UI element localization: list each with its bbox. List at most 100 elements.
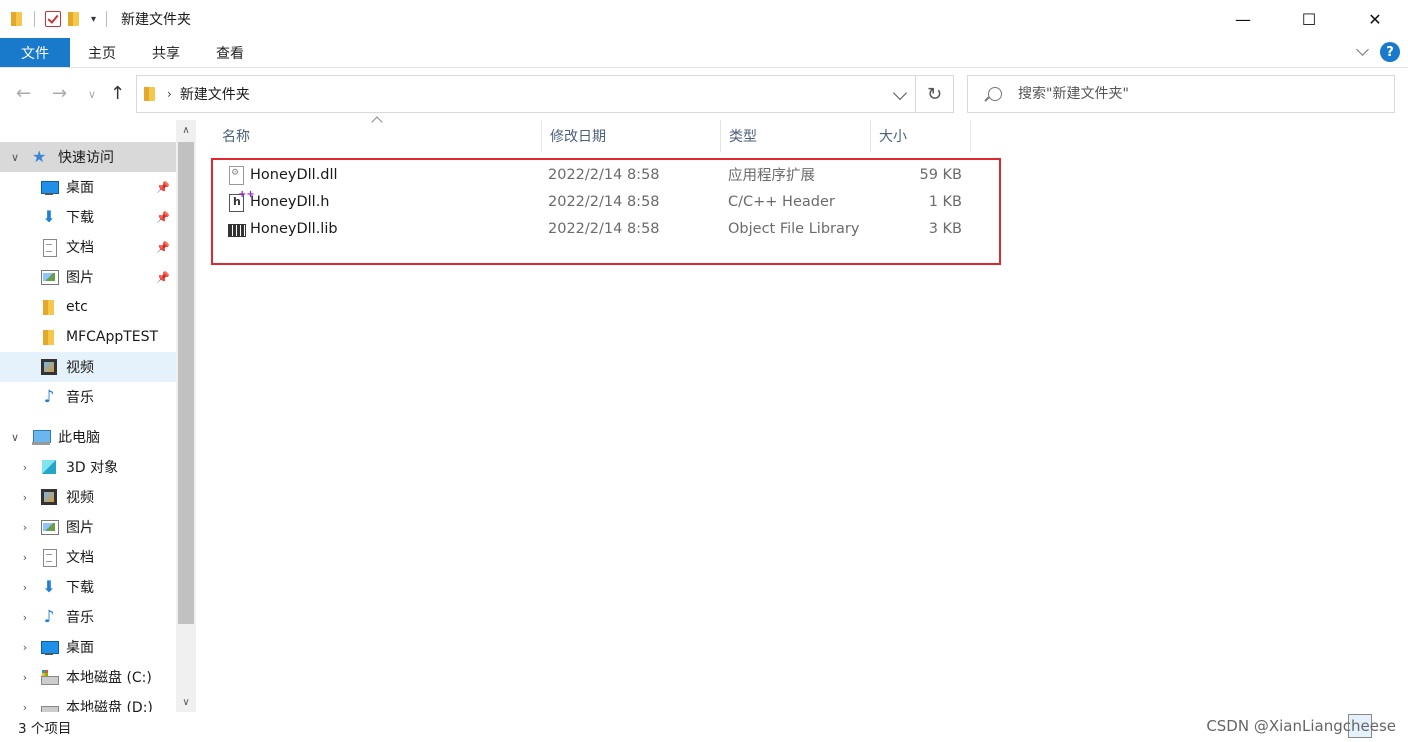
sidebar-item-this-pc[interactable]: ∨ 此电脑 <box>0 422 176 452</box>
address-dropdown-icon[interactable] <box>892 85 908 101</box>
column-header-size[interactable]: 大小 <box>871 120 971 152</box>
sidebar-item-pc-documents[interactable]: › 文档 <box>0 542 176 572</box>
refresh-icon: ↻ <box>926 83 943 105</box>
quick-access-toolbar: ▾ <box>0 11 111 27</box>
maximize-button[interactable]: ☐ <box>1276 0 1342 38</box>
sidebar-item-pc-desktop[interactable]: › 桌面 <box>0 632 176 662</box>
document-icon <box>40 238 58 257</box>
sidebar-item-label: 文档 <box>66 550 94 566</box>
sidebar-item-label: MFCAppTEST <box>66 329 159 345</box>
column-header-name[interactable]: 名称 <box>214 120 542 152</box>
status-bar: 3 个项目 CSDN @XianLiangcheese <box>0 712 1408 742</box>
pin-icon: 📌 <box>156 180 170 194</box>
scroll-down-icon[interactable]: ∨ <box>176 692 196 712</box>
tab-file[interactable]: 文件 <box>0 38 70 67</box>
expand-chevron-icon[interactable]: › <box>18 701 32 713</box>
properties-icon[interactable] <box>45 11 61 27</box>
search-input[interactable] <box>1018 86 1378 102</box>
expand-chevron-icon[interactable]: › <box>18 551 32 564</box>
expand-chevron-icon[interactable]: › <box>18 491 32 504</box>
sidebar-item-label: 桌面 <box>66 180 94 196</box>
new-folder-icon[interactable] <box>67 11 81 27</box>
folder-icon <box>143 86 157 102</box>
file-list-pane: 名称 修改日期 类型 大小 HoneyDll.dll 2022/2/14 8:5… <box>200 116 1408 712</box>
tab-view[interactable]: 查看 <box>198 38 262 67</box>
sidebar-item-pc-downloads[interactable]: › ⬇ 下载 <box>0 572 176 602</box>
help-icon[interactable]: ? <box>1380 42 1400 62</box>
sidebar-item-label: 此电脑 <box>58 430 100 446</box>
video-icon <box>40 358 58 376</box>
desktop-icon <box>40 638 59 656</box>
search-box[interactable] <box>967 75 1395 113</box>
video-icon <box>40 488 58 506</box>
expand-chevron-icon[interactable]: › <box>18 581 32 594</box>
sidebar-item-label: 文档 <box>66 240 94 256</box>
sidebar-item-pictures[interactable]: 图片 📌 <box>0 262 176 292</box>
refresh-button[interactable]: ↻ <box>916 75 954 113</box>
tab-home[interactable]: 主页 <box>70 38 134 67</box>
column-header-date[interactable]: 修改日期 <box>542 120 721 152</box>
recent-locations-icon[interactable]: ∨ <box>88 88 96 101</box>
column-headers: 名称 修改日期 类型 大小 <box>200 116 972 152</box>
drive-d-icon <box>40 698 59 712</box>
sidebar-item-documents[interactable]: 文档 📌 <box>0 232 176 262</box>
expand-chevron-icon[interactable]: › <box>18 521 32 534</box>
sidebar-item-label: 快速访问 <box>58 150 114 166</box>
sidebar-item-downloads[interactable]: ⬇ 下载 📌 <box>0 202 176 232</box>
highlight-box <box>211 158 1001 265</box>
sidebar-item-mfcapptest[interactable]: MFCAppTEST <box>0 322 176 352</box>
sidebar-item-etc[interactable]: etc <box>0 292 176 322</box>
sidebar-item-videos[interactable]: 视频 <box>0 352 176 382</box>
item-count: 3 个项目 <box>18 721 72 737</box>
back-arrow-icon[interactable]: ← <box>16 83 31 104</box>
sidebar-item-drive-c[interactable]: › 本地磁盘 (C:) <box>0 662 176 692</box>
picture-icon <box>40 268 59 286</box>
expand-chevron-icon[interactable]: › <box>18 461 32 474</box>
column-header-type[interactable]: 类型 <box>721 120 871 152</box>
minimize-button[interactable]: — <box>1210 0 1276 38</box>
tab-share[interactable]: 共享 <box>134 38 198 67</box>
picture-icon <box>40 518 59 536</box>
sidebar-item-pc-pictures[interactable]: › 图片 <box>0 512 176 542</box>
sidebar-scrollbar[interactable]: ∧ ∨ <box>176 120 196 712</box>
sidebar-item-label: 本地磁盘 (C:) <box>66 670 152 686</box>
folder-icon <box>40 298 58 316</box>
forward-arrow-icon[interactable]: → <box>52 83 67 104</box>
scroll-up-icon[interactable]: ∧ <box>176 120 196 140</box>
collapse-chevron-icon[interactable]: ∨ <box>8 151 22 164</box>
address-bar[interactable]: › 新建文件夹 <box>136 75 916 113</box>
close-button[interactable]: ✕ <box>1342 0 1408 38</box>
sidebar-item-pc-videos[interactable]: › 视频 <box>0 482 176 512</box>
pin-icon: 📌 <box>156 270 170 284</box>
navigation-pane: ∨ ★ 快速访问 桌面 📌 ⬇ 下载 📌 文档 📌 图片 📌 etc MFCAp… <box>0 120 196 712</box>
sidebar-item-label: 下载 <box>66 210 94 226</box>
expand-chevron-icon[interactable]: › <box>18 611 32 624</box>
sidebar-item-pc-music[interactable]: › ♪ 音乐 <box>0 602 176 632</box>
customize-dropdown-icon[interactable]: ▾ <box>91 14 96 25</box>
sidebar-item-drive-d[interactable]: › 本地磁盘 (D:) <box>0 692 176 712</box>
scrollbar-thumb[interactable] <box>178 142 194 624</box>
collapse-chevron-icon[interactable]: ∨ <box>8 431 22 444</box>
breadcrumb-chevron-icon[interactable]: › <box>167 87 172 101</box>
up-arrow-icon[interactable]: ↑ <box>110 83 125 104</box>
search-icon <box>988 87 1002 101</box>
sidebar-item-label: 音乐 <box>66 610 94 626</box>
music-icon: ♪ <box>43 607 55 627</box>
sidebar-item-3d-objects[interactable]: › 3D 对象 <box>0 452 176 482</box>
ribbon-tabs: 文件 主页 共享 查看 ? <box>0 38 1408 68</box>
sidebar-item-label: 3D 对象 <box>66 460 119 476</box>
sidebar-item-music[interactable]: ♪ 音乐 <box>0 382 176 412</box>
download-icon: ⬇ <box>42 207 56 226</box>
sidebar-item-label: 本地磁盘 (D:) <box>66 700 153 712</box>
expand-ribbon-icon[interactable] <box>1356 45 1370 59</box>
sidebar-item-label: 下载 <box>66 580 94 596</box>
expand-chevron-icon[interactable]: › <box>18 641 32 654</box>
expand-chevron-icon[interactable]: › <box>18 671 32 684</box>
pin-icon: 📌 <box>156 240 170 254</box>
3d-objects-icon <box>40 458 58 476</box>
sidebar-item-label: 视频 <box>66 360 94 376</box>
sidebar-item-quick-access[interactable]: ∨ ★ 快速访问 <box>0 142 176 172</box>
sidebar-item-desktop[interactable]: 桌面 📌 <box>0 172 176 202</box>
breadcrumb-current[interactable]: 新建文件夹 <box>180 84 250 104</box>
computer-icon <box>32 428 51 446</box>
